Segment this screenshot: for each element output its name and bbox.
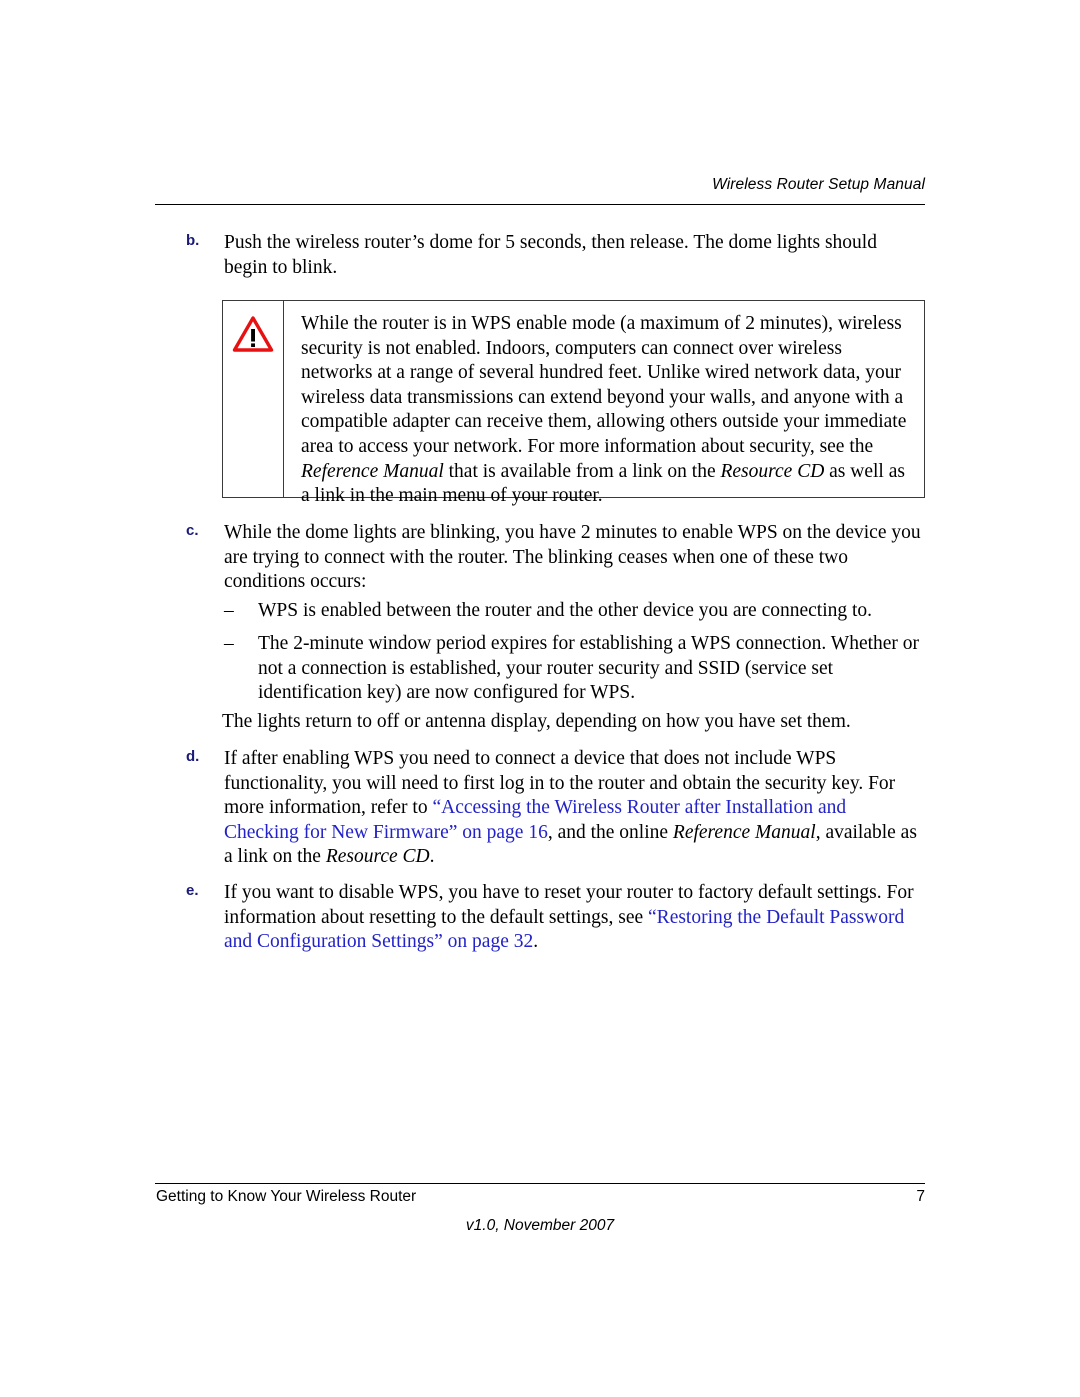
running-header: Wireless Router Setup Manual xyxy=(712,176,925,193)
document-page: Wireless Router Setup Manual b. Push the… xyxy=(0,0,1080,1397)
sub-bullet-1: – WPS is enabled between the router and … xyxy=(224,599,925,624)
list-marker-c: c. xyxy=(186,522,199,539)
step-d-italic-resource-cd: Resource CD xyxy=(325,846,430,868)
warning-italic-reference-manual: Reference Manual xyxy=(301,460,444,482)
dash-marker-1: – xyxy=(224,600,234,621)
closing-paragraph: The lights return to off or antenna disp… xyxy=(222,711,851,732)
warning-note-text: While the router is in WPS enable mode (… xyxy=(284,301,924,506)
warning-triangle-icon xyxy=(232,315,274,353)
list-text-d: If after enabling WPS you need to connec… xyxy=(224,747,925,870)
sub-bullet-text-2: The 2-minute window period expires for e… xyxy=(258,633,920,704)
list-item-c: c. While the dome lights are blinking, y… xyxy=(186,521,925,595)
header-divider xyxy=(155,204,925,205)
step-d-text-part2: , and the online xyxy=(547,821,673,843)
step-e-text-part2: . xyxy=(533,931,539,953)
list-marker-d: d. xyxy=(186,748,200,765)
footer-divider xyxy=(155,1183,925,1184)
step-d-italic-reference-manual: Reference Manual xyxy=(672,821,816,843)
warning-icon-cell xyxy=(223,301,284,497)
warning-text-part1: While the router is in WPS enable mode (… xyxy=(301,313,907,457)
list-item-d: d. If after enabling WPS you need to con… xyxy=(186,747,925,870)
step-d-text-part4: . xyxy=(429,846,435,868)
list-item-b: b. Push the wireless router’s dome for 5… xyxy=(186,231,925,280)
list-text-e: If you want to disable WPS, you have to … xyxy=(224,881,925,955)
list-text-b: Push the wireless router’s dome for 5 se… xyxy=(224,232,877,278)
sub-bullet-2: – The 2-minute window period expires for… xyxy=(224,632,925,706)
dash-marker-2: – xyxy=(224,633,234,654)
footer-page-number: 7 xyxy=(916,1188,925,1205)
warning-italic-resource-cd: Resource CD xyxy=(720,460,825,482)
footer-chapter-title: Getting to Know Your Wireless Router xyxy=(156,1188,417,1205)
list-text-c: While the dome lights are blinking, you … xyxy=(224,522,921,593)
footer-version: v1.0, November 2007 xyxy=(465,1217,615,1234)
warning-note-box: While the router is in WPS enable mode (… xyxy=(222,300,925,506)
list-marker-b: b. xyxy=(186,232,200,249)
sub-bullet-text-1: WPS is enabled between the router and th… xyxy=(258,600,873,621)
list-marker-e: e. xyxy=(186,882,199,899)
list-item-e: e. If you want to disable WPS, you have … xyxy=(186,881,925,955)
warning-text-part2: that is available from a link on the xyxy=(443,460,721,482)
